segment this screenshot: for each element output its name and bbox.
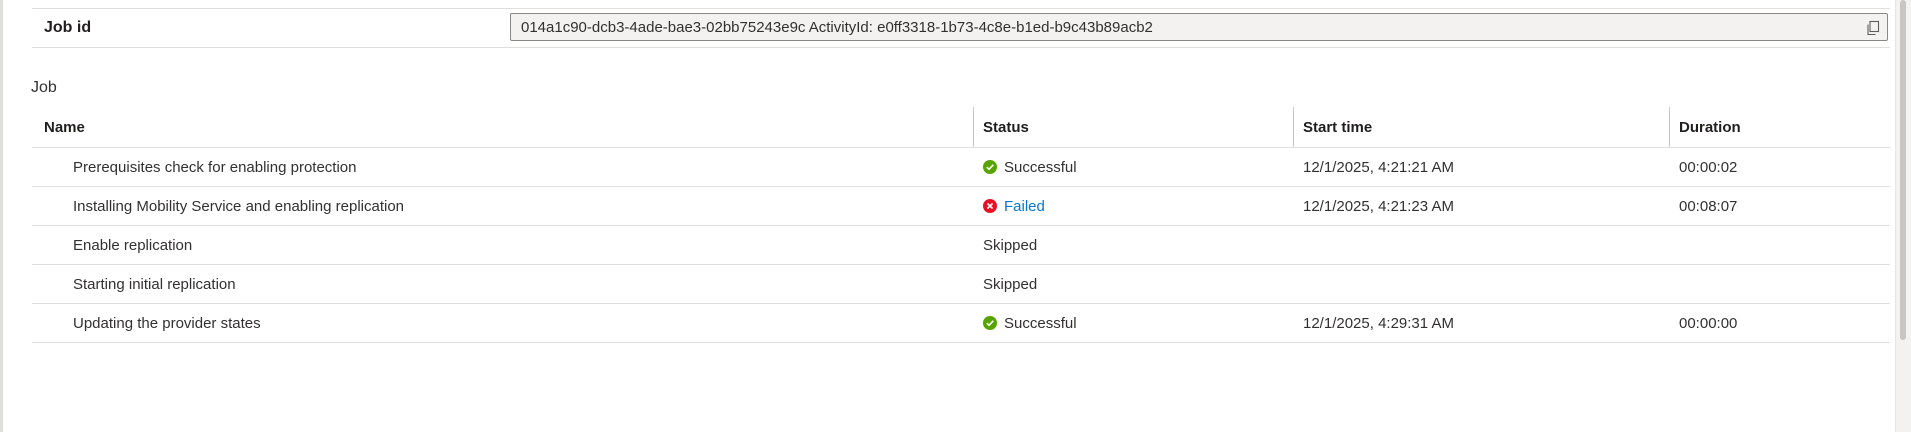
step-status: Successful (983, 148, 1077, 186)
step-start-time: 12/1/2025, 4:29:31 AM (1303, 314, 1454, 332)
column-divider[interactable] (1669, 107, 1670, 147)
failed-status-link[interactable]: Failed (1004, 198, 1045, 215)
job-id-label: Job id (44, 19, 92, 36)
column-divider[interactable] (973, 107, 974, 147)
table-row[interactable]: Enable replication Skipped (32, 226, 1890, 265)
step-status: Skipped (983, 226, 1037, 264)
job-steps-table: Name Status Start time Duration Prerequi… (32, 107, 1890, 343)
job-details-page: Job id 014a1c90-dcb3-4ade-bae3-02bb75243… (0, 0, 1911, 432)
job-id-value[interactable]: 014a1c90-dcb3-4ade-bae3-02bb75243e9c Act… (521, 19, 1153, 36)
table-row[interactable]: Prerequisites check for enabling protect… (32, 148, 1890, 187)
step-name: Prerequisites check for enabling protect… (73, 158, 357, 176)
step-name: Starting initial replication (73, 275, 236, 293)
status-text: Skipped (983, 236, 1038, 254)
status-text: Successful (1004, 314, 1077, 332)
vertical-scrollbar[interactable] (1895, 0, 1911, 432)
job-id-row: Job id 014a1c90-dcb3-4ade-bae3-02bb75243… (32, 8, 1890, 48)
step-name: Installing Mobility Service and enabling… (73, 197, 405, 215)
column-header-name[interactable]: Name (44, 107, 85, 147)
step-status: Skipped (983, 265, 1037, 303)
table-row[interactable]: Updating the provider states Successful … (32, 304, 1890, 343)
success-icon (983, 160, 997, 174)
status-text: Successful (1004, 158, 1077, 176)
step-start-time: 12/1/2025, 4:21:21 AM (1303, 158, 1454, 176)
copy-icon[interactable] (1865, 20, 1881, 36)
scrollbar-thumb[interactable] (1900, 0, 1906, 340)
status-text: Skipped (983, 275, 1038, 293)
step-duration: 00:08:07 (1679, 197, 1738, 215)
step-duration: 00:00:02 (1679, 158, 1738, 176)
column-header-duration[interactable]: Duration (1679, 107, 1741, 147)
column-header-start-time[interactable]: Start time (1303, 107, 1372, 147)
table-row[interactable]: Starting initial replication Skipped (32, 265, 1890, 304)
step-status[interactable]: Failed (983, 187, 1045, 225)
error-icon (983, 199, 997, 213)
column-header-status[interactable]: Status (983, 107, 1029, 147)
job-id-field[interactable]: 014a1c90-dcb3-4ade-bae3-02bb75243e9c Act… (510, 13, 1888, 41)
success-icon (983, 316, 997, 330)
table-row[interactable]: Installing Mobility Service and enabling… (32, 187, 1890, 226)
column-divider[interactable] (1293, 107, 1294, 147)
step-name: Enable replication (73, 236, 193, 254)
section-title-job: Job (31, 79, 57, 96)
step-start-time: 12/1/2025, 4:21:23 AM (1303, 197, 1454, 215)
left-border (0, 0, 3, 432)
step-name: Updating the provider states (73, 314, 261, 332)
step-status: Successful (983, 304, 1077, 342)
step-duration: 00:00:00 (1679, 314, 1738, 332)
table-header-row: Name Status Start time Duration (32, 107, 1890, 148)
